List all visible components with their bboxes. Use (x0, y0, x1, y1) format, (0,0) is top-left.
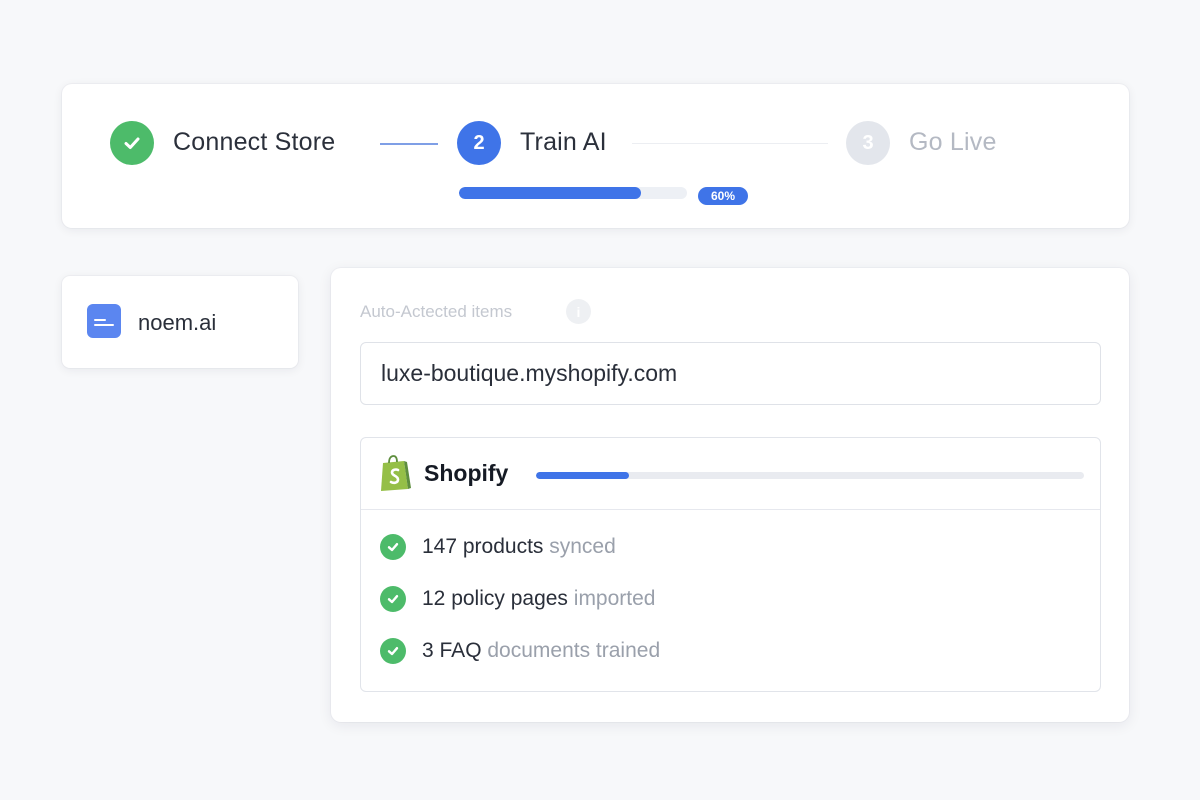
platform-header: Shopify (361, 438, 1100, 510)
brand-name: noem.ai (138, 310, 217, 335)
sync-item-status: synced (543, 535, 616, 558)
sync-item-count: 3 FAQ (422, 639, 482, 662)
check-circle-icon (380, 638, 406, 664)
step-connect-store-label[interactable]: Connect Store (173, 128, 335, 157)
sync-item-count: 12 policy pages (422, 587, 568, 610)
onboarding-stepper: Connect Store 2 Train AI 3 Go Live 60% (62, 84, 1129, 228)
sync-item-status: documents trained (481, 639, 661, 662)
brand-card[interactable]: noem.ai (62, 276, 298, 368)
check-circle-icon (380, 586, 406, 612)
step-connector (632, 143, 828, 144)
step-connector (380, 143, 438, 145)
step-connect-store-check-icon (110, 121, 154, 165)
training-progress-badge: 60% (698, 187, 748, 205)
check-circle-icon (380, 534, 406, 560)
step-train-ai-number: 2 (457, 121, 501, 165)
training-progress-bar (459, 187, 687, 199)
platform-name: Shopify (424, 460, 509, 486)
section-label: Auto-Actected items (360, 302, 513, 321)
shopify-bag-icon (381, 455, 411, 491)
info-icon[interactable]: i (566, 299, 591, 324)
step-go-live-number: 3 (846, 121, 890, 165)
platform-sync-progress-fill (536, 472, 630, 479)
training-progress-fill (459, 187, 642, 199)
sync-item-count: 147 products (422, 535, 544, 558)
store-connection-panel: Auto-Actected items i Shopify 147 produc… (331, 268, 1129, 722)
store-url-input[interactable] (360, 342, 1101, 405)
platform-sync-card: Shopify 147 products synced 12 policy pa… (360, 437, 1101, 692)
sync-item-status: imported (567, 587, 656, 610)
step-go-live-label: Go Live (909, 128, 997, 156)
platform-sync-progress-bar (536, 472, 1084, 479)
noem-logo-icon (87, 304, 121, 338)
step-train-ai-label[interactable]: Train AI (520, 128, 607, 157)
